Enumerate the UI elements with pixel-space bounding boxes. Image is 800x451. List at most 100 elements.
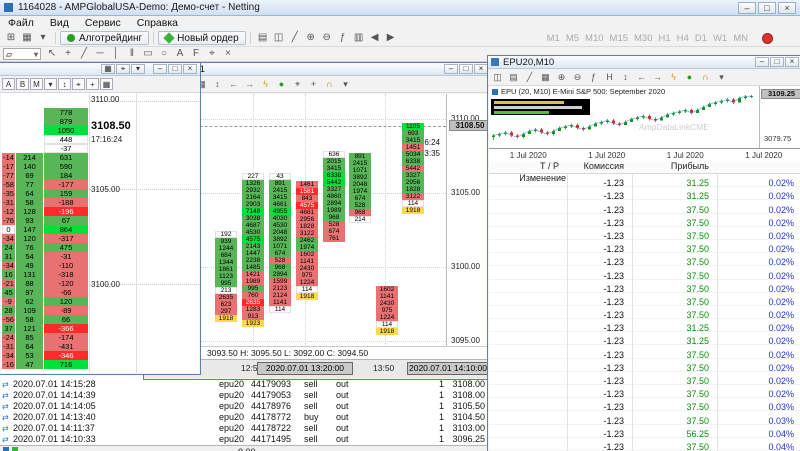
new-chart-icon[interactable]: ⊞ [3, 31, 19, 45]
chart-indicators-icon[interactable]: ƒ [586, 71, 601, 84]
positions-row[interactable]: -1.23 37.50 0.02% [489, 200, 800, 215]
chart-magnet-icon[interactable]: ∩ [698, 71, 713, 84]
chart-minimize-button[interactable]: – [755, 57, 769, 67]
timeframe-H4[interactable]: H4 [674, 33, 692, 44]
positions-row[interactable]: -1.23 37.50 0.04% [489, 438, 800, 451]
chart-candle-icon[interactable]: ◫ [490, 71, 505, 84]
record-button[interactable] [762, 32, 773, 44]
dom-grid-icon[interactable]: ▦ [100, 78, 113, 90]
maximize-button[interactable]: □ [758, 1, 776, 14]
chart-updown-icon[interactable]: ↕ [618, 71, 633, 84]
positions-row[interactable]: -1.23 31.25 0.02% [489, 187, 800, 201]
dom-row[interactable]: 0 147 864 [1, 225, 199, 234]
window-layout-icon[interactable]: ▦ [19, 31, 35, 45]
line-chart-icon[interactable]: ╱ [287, 31, 303, 45]
positions-header[interactable]: Т / Р Комиссия ПрибыльИзменение [489, 161, 800, 183]
positions-row[interactable]: -1.23 37.50 0.03% [489, 411, 800, 426]
cluster-updown-icon[interactable]: ↕ [210, 78, 225, 91]
cluster-live-icon[interactable]: ● [274, 78, 289, 91]
window-controls[interactable]: – □ × [738, 1, 796, 14]
cluster-left-icon[interactable]: ← [226, 78, 241, 91]
chart-plot[interactable]: EPU (20, M10) E-Mini S&P 500: September … [489, 86, 759, 148]
chart-zoomout-icon[interactable]: ⊖ [570, 71, 585, 84]
dom-mode-m-button[interactable]: М [30, 78, 43, 90]
crosshair-icon[interactable]: + [60, 47, 76, 61]
new-order-button[interactable]: Новый ордер [158, 31, 246, 45]
timeframe-MN[interactable]: MN [730, 33, 751, 44]
dom-row[interactable]: -34 49 -110 [1, 261, 199, 270]
positions-row[interactable]: -1.23 31.25 0.02% [489, 174, 800, 188]
positions-row[interactable]: -1.23 37.50 0.02% [489, 227, 800, 241]
timeframe-M10[interactable]: M10 [582, 33, 606, 44]
cluster-magnet-icon[interactable]: ∩ [322, 78, 337, 91]
dom-row[interactable]: 31 54 -31 [1, 252, 199, 261]
dom-row[interactable]: -56 58 66 [1, 315, 199, 324]
dom-volume-cell[interactable]: 778 [44, 108, 88, 117]
chart-maximize-button[interactable]: □ [770, 57, 784, 67]
dom-row[interactable]: -34 53 -346 [1, 351, 199, 360]
ellipse-icon[interactable]: ○ [156, 47, 172, 61]
dom-mode-dropdown-icon[interactable]: ▾ [44, 78, 57, 90]
positions-row[interactable]: -1.23 37.50 0.02% [489, 372, 800, 386]
timeframe-M1[interactable]: M1 [544, 33, 563, 44]
dom-volume-cell[interactable]: 448 [44, 135, 88, 144]
dom-title-buttons[interactable]: ▦ ⌖ ▾ – □ × [101, 64, 197, 74]
positions-row[interactable]: -1.23 56.25 0.04% [489, 425, 800, 439]
cluster-minimize-button[interactable]: – [444, 64, 458, 74]
timeframe-M5[interactable]: M5 [563, 33, 582, 44]
dom-mode-b-button[interactable]: В [16, 78, 29, 90]
dom-row[interactable]: -16 47 716 [1, 360, 199, 369]
cluster-add-icon[interactable]: + [306, 78, 321, 91]
dom-row[interactable]: -35 64 159 [1, 189, 199, 198]
dom-dropdown-icon[interactable]: ▾ [131, 64, 145, 74]
minimize-button[interactable]: – [738, 1, 756, 14]
cluster-price-axis[interactable]: 3110.00 3105.00 3100.00 3095.00 3108.50 [446, 94, 490, 346]
dom-center-icon[interactable]: ⌖ [116, 64, 130, 74]
cluster-flash-icon[interactable]: ϟ [258, 78, 273, 91]
dom-settings-icon[interactable]: ▦ [101, 64, 115, 74]
chart-flash-icon[interactable]: ϟ [666, 71, 681, 84]
positions-row[interactable]: -1.23 37.50 0.02% [489, 253, 800, 267]
chart-hilo-icon[interactable]: H [602, 71, 617, 84]
positions-row[interactable]: -1.23 37.50 0.02% [489, 359, 800, 373]
trendline-icon[interactable]: ╱ [76, 47, 92, 61]
menu-item-Сервис[interactable]: Сервис [77, 17, 129, 29]
cluster-close-button[interactable]: × [474, 64, 488, 74]
positions-row[interactable]: -1.23 37.50 0.02% [489, 306, 800, 320]
header-profit[interactable]: Прибыль [632, 161, 717, 173]
cluster-right-icon[interactable]: → [242, 78, 257, 91]
dom-row[interactable]: 45 97 -66 [1, 288, 199, 297]
channel-icon[interactable]: ‖ [124, 47, 140, 61]
cluster-center-icon[interactable]: ⌖ [290, 78, 305, 91]
delete-objects-icon[interactable]: × [220, 47, 236, 61]
chart-close-button[interactable]: × [785, 57, 799, 67]
dom-recenter-icon[interactable]: ⌖ [72, 78, 85, 90]
timeframe-W1[interactable]: W1 [710, 33, 730, 44]
chart-bars-icon[interactable]: ▤ [506, 71, 521, 84]
positions-row[interactable]: -1.23 37.50 0.02% [489, 293, 800, 307]
dom-row[interactable]: -24 85 -174 [1, 333, 199, 342]
dom-close-button[interactable]: × [183, 64, 197, 74]
zoom-out-icon[interactable]: ⊖ [319, 31, 335, 45]
dom-updown-icon[interactable]: ↕ [58, 78, 71, 90]
dom-row[interactable]: 37 121 -366 [1, 324, 199, 333]
horizontal-line-icon[interactable]: ─ [92, 47, 108, 61]
dom-row[interactable]: -14 214 631 [1, 153, 199, 162]
dom-add-icon[interactable]: + [86, 78, 99, 90]
chart-zoomin-icon[interactable]: ⊕ [554, 71, 569, 84]
positions-row[interactable]: -1.23 37.50 0.02% [489, 214, 800, 228]
text-tool-icon[interactable]: A [172, 47, 188, 61]
header-commission[interactable]: Комиссия [567, 161, 632, 173]
chart-left-icon[interactable]: ← [634, 71, 649, 84]
vertical-line-icon[interactable]: │ [108, 47, 124, 61]
chart-grid-icon[interactable]: ▦ [538, 71, 553, 84]
dom-volume-cell[interactable]: -37 [44, 144, 88, 153]
cluster-dropdown-icon[interactable]: ▾ [338, 78, 353, 91]
timeframe-M15[interactable]: M15 [607, 33, 631, 44]
dom-row[interactable]: -12 128 -196 [1, 207, 199, 216]
dom-row[interactable]: -17 140 590 [1, 162, 199, 171]
chart-window-controls[interactable]: – □ × [755, 57, 799, 67]
profiles-dropdown-icon[interactable]: ▾ [35, 31, 51, 45]
positions-row[interactable]: -1.23 31.25 0.02% [489, 319, 800, 333]
chart-live-icon[interactable]: ● [682, 71, 697, 84]
